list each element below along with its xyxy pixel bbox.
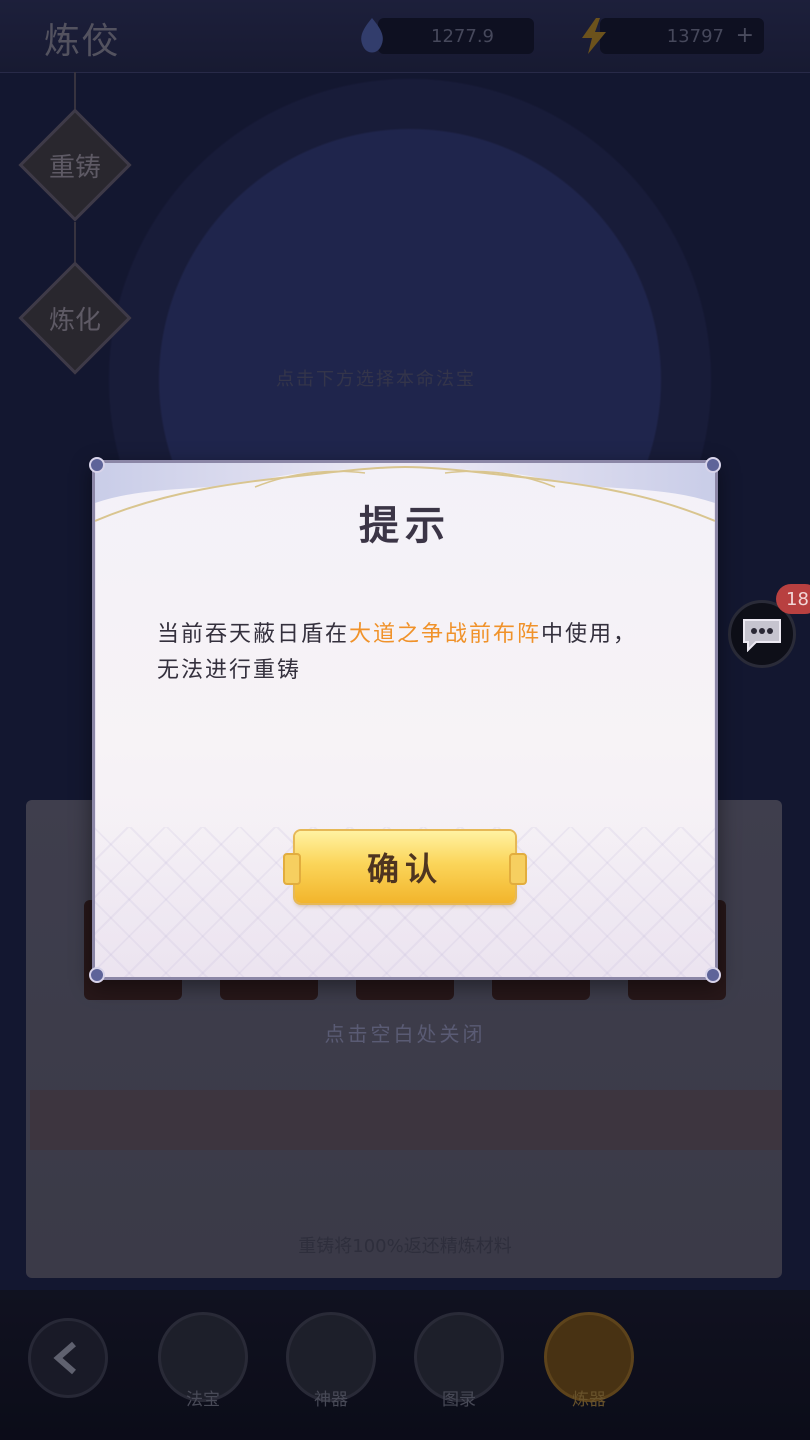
dialog-title: 提示 [359, 502, 451, 549]
speech-bubble-icon [743, 619, 781, 652]
corner-stud [89, 967, 105, 983]
message-prefix: 当前吞天蔽日盾在 [157, 622, 350, 647]
dialog-message: 当前吞天蔽日盾在大道之争战前布阵中使用， 无法进行重铸 [157, 617, 667, 689]
message-suffix: 中使用， [541, 622, 638, 647]
confirm-button[interactable]: 确认 [283, 831, 527, 903]
tip-dialog: 提示 当前吞天蔽日盾在大道之争战前布阵中使用， 无法进行重铸 确认 [89, 457, 721, 983]
chat-unread-badge: 18 [776, 584, 810, 614]
corner-stud [705, 457, 721, 473]
corner-stud [705, 967, 721, 983]
corner-stud [89, 457, 105, 473]
message-line2: 无法进行重铸 [157, 658, 302, 683]
tap-blank-to-close-hint: 点击空白处关闭 [324, 1022, 486, 1046]
message-highlight: 大道之争战前布阵 [349, 622, 542, 647]
